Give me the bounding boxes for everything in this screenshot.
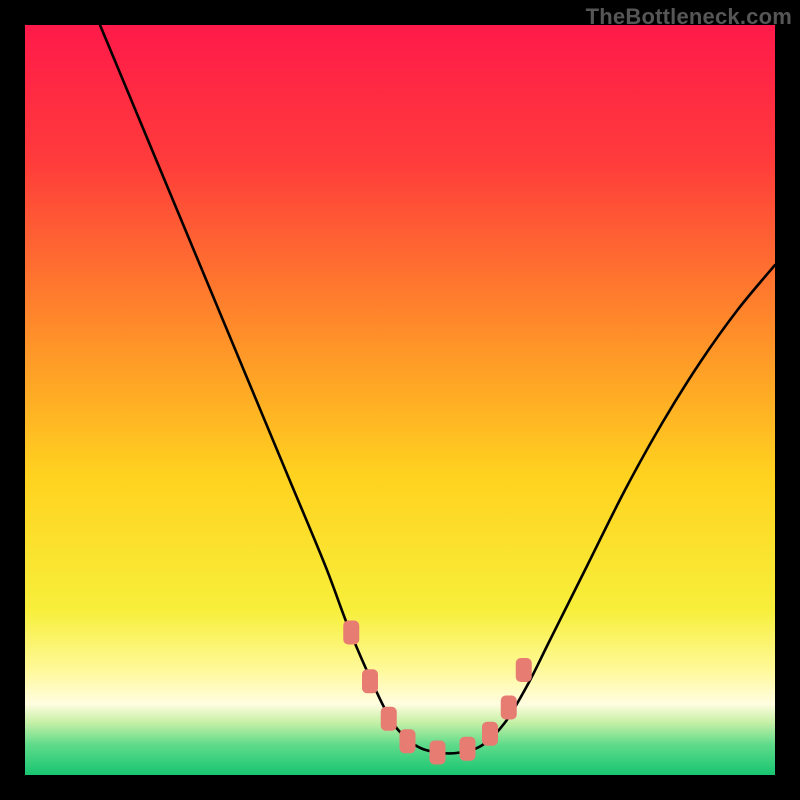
plot-area [25,25,775,775]
curve-marker [400,729,416,753]
chart-background [25,25,775,775]
curve-marker [501,696,517,720]
chart-svg [25,25,775,775]
outer-frame: TheBottleneck.com [0,0,800,800]
curve-marker [362,669,378,693]
curve-marker [460,737,476,761]
curve-marker [430,741,446,765]
curve-marker [343,621,359,645]
curve-marker [482,722,498,746]
watermark-text: TheBottleneck.com [586,4,792,30]
curve-marker [516,658,532,682]
curve-marker [381,707,397,731]
